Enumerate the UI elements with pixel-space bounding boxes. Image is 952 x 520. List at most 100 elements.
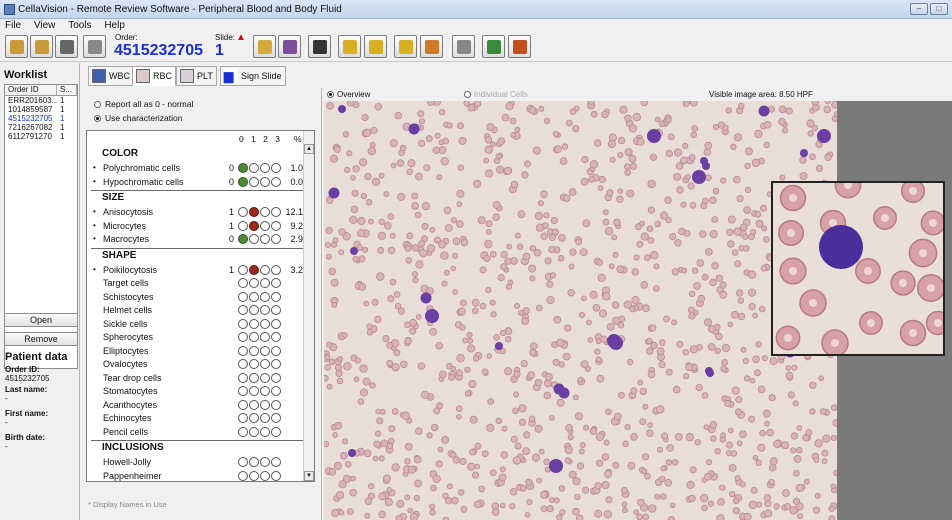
grade-0-radio[interactable]: [238, 220, 248, 231]
grade-1-radio[interactable]: [249, 372, 259, 383]
worklist-row[interactable]: 6112791270 1: [5, 132, 77, 141]
grade-3-radio[interactable]: [271, 332, 281, 342]
grade-2-radio[interactable]: [260, 386, 270, 396]
grade-2-radio[interactable]: [260, 278, 270, 288]
report-button[interactable]: [83, 35, 106, 58]
grade-3-radio[interactable]: [271, 176, 281, 187]
grade-3-radio[interactable]: [271, 234, 281, 244]
grade-1-radio[interactable]: [249, 413, 259, 423]
grade-2-radio[interactable]: [260, 318, 270, 329]
grade-3-radio[interactable]: [271, 318, 281, 329]
tab-sign-slide[interactable]: ▆ Sign Slide: [220, 66, 286, 86]
use-characterization-option[interactable]: Use characterization: [94, 113, 182, 123]
scroll-down-arrow[interactable]: ▼: [304, 471, 314, 481]
grade-0-radio[interactable]: [238, 457, 248, 467]
grade-2-radio[interactable]: [260, 359, 270, 369]
grade-2-radio[interactable]: [260, 470, 270, 481]
grade-3-radio[interactable]: [271, 372, 281, 383]
grade-2-radio[interactable]: [260, 426, 270, 437]
grade-1-radio[interactable]: [249, 470, 259, 481]
overview-radio[interactable]: [327, 91, 334, 98]
grade-0-radio[interactable]: [238, 264, 248, 275]
compare-button[interactable]: [420, 35, 443, 58]
grade-3-radio[interactable]: [271, 457, 281, 467]
slide-overview-image[interactable]: [324, 101, 837, 520]
grade-0-radio[interactable]: [238, 207, 248, 217]
grade-0-radio[interactable]: [238, 234, 248, 244]
use-characterization-radio[interactable]: [94, 114, 101, 122]
refresh-button[interactable]: [508, 35, 531, 58]
grade-0-radio[interactable]: [238, 386, 248, 396]
grade-2-radio[interactable]: [260, 220, 270, 231]
grade-1-radio[interactable]: [249, 291, 259, 302]
grade-3-radio[interactable]: [271, 264, 281, 275]
scroll-up-arrow[interactable]: ▲: [304, 144, 314, 154]
zoom-region-button[interactable]: [394, 35, 417, 58]
grade-1-radio[interactable]: [249, 163, 259, 173]
grade-3-radio[interactable]: [271, 399, 281, 410]
grade-3-radio[interactable]: [271, 207, 281, 217]
grade-0-radio[interactable]: [238, 413, 248, 423]
grade-0-radio[interactable]: [238, 291, 248, 302]
maximize-button[interactable]: □: [930, 3, 948, 15]
individual-cells-radio[interactable]: [464, 91, 471, 98]
grade-0-radio[interactable]: [238, 359, 248, 369]
grade-2-radio[interactable]: [260, 305, 270, 315]
zoom-out-button[interactable]: [364, 35, 387, 58]
grade-1-radio[interactable]: [249, 426, 259, 437]
open-folder-button[interactable]: [5, 35, 28, 58]
grade-1-radio[interactable]: [249, 207, 259, 217]
individual-cells-option[interactable]: Individual Cells: [464, 90, 528, 99]
column-order-id[interactable]: Order ID: [5, 85, 57, 95]
worklist-row[interactable]: 7216267082 1: [5, 123, 77, 132]
sign-order-button[interactable]: [55, 35, 78, 58]
menu-help[interactable]: Help: [99, 19, 130, 32]
worklist-row[interactable]: 1014859587 1: [5, 105, 77, 114]
grade-2-radio[interactable]: [260, 234, 270, 244]
add-folder-button[interactable]: [253, 35, 276, 58]
grade-0-radio[interactable]: [238, 345, 248, 356]
grade-1-radio[interactable]: [249, 399, 259, 410]
overview-option[interactable]: Overview: [327, 90, 370, 99]
grade-3-radio[interactable]: [271, 359, 281, 369]
grade-1-radio[interactable]: [249, 278, 259, 288]
grade-2-radio[interactable]: [260, 332, 270, 342]
open-button[interactable]: Open: [4, 313, 78, 327]
grade-0-radio[interactable]: [238, 305, 248, 315]
grade-1-radio[interactable]: [249, 332, 259, 342]
grade-1-radio[interactable]: [249, 359, 259, 369]
zoom-in-button[interactable]: [338, 35, 361, 58]
grade-3-radio[interactable]: [271, 305, 281, 315]
cell-classes-button[interactable]: [278, 35, 301, 58]
histogram-button[interactable]: [308, 35, 331, 58]
grade-0-radio[interactable]: [238, 278, 248, 288]
menu-file[interactable]: File: [0, 19, 26, 32]
grade-1-radio[interactable]: [249, 457, 259, 467]
grade-3-radio[interactable]: [271, 220, 281, 231]
grade-2-radio[interactable]: [260, 163, 270, 173]
grade-2-radio[interactable]: [260, 264, 270, 275]
report-normal-radio[interactable]: [94, 100, 101, 108]
grade-2-radio[interactable]: [260, 176, 270, 187]
grade-1-radio[interactable]: [249, 234, 259, 244]
worklist-row[interactable]: ERR201603... 1: [5, 96, 77, 105]
tab-wbc[interactable]: WBC: [88, 66, 134, 86]
tab-plt[interactable]: PLT: [176, 66, 217, 86]
grade-0-radio[interactable]: [238, 176, 248, 187]
grade-2-radio[interactable]: [260, 207, 270, 217]
column-status[interactable]: S...: [57, 85, 77, 95]
minimize-button[interactable]: –: [910, 3, 928, 15]
grade-2-radio[interactable]: [260, 345, 270, 356]
grade-1-radio[interactable]: [249, 176, 259, 187]
grade-1-radio[interactable]: [249, 220, 259, 231]
grade-3-radio[interactable]: [271, 163, 281, 173]
grade-2-radio[interactable]: [260, 399, 270, 410]
grade-2-radio[interactable]: [260, 457, 270, 467]
grade-0-radio[interactable]: [238, 426, 248, 437]
grade-3-radio[interactable]: [271, 426, 281, 437]
grade-2-radio[interactable]: [260, 372, 270, 383]
menu-view[interactable]: View: [29, 19, 61, 32]
grade-3-radio[interactable]: [271, 413, 281, 423]
grade-2-radio[interactable]: [260, 291, 270, 302]
grade-1-radio[interactable]: [249, 305, 259, 315]
